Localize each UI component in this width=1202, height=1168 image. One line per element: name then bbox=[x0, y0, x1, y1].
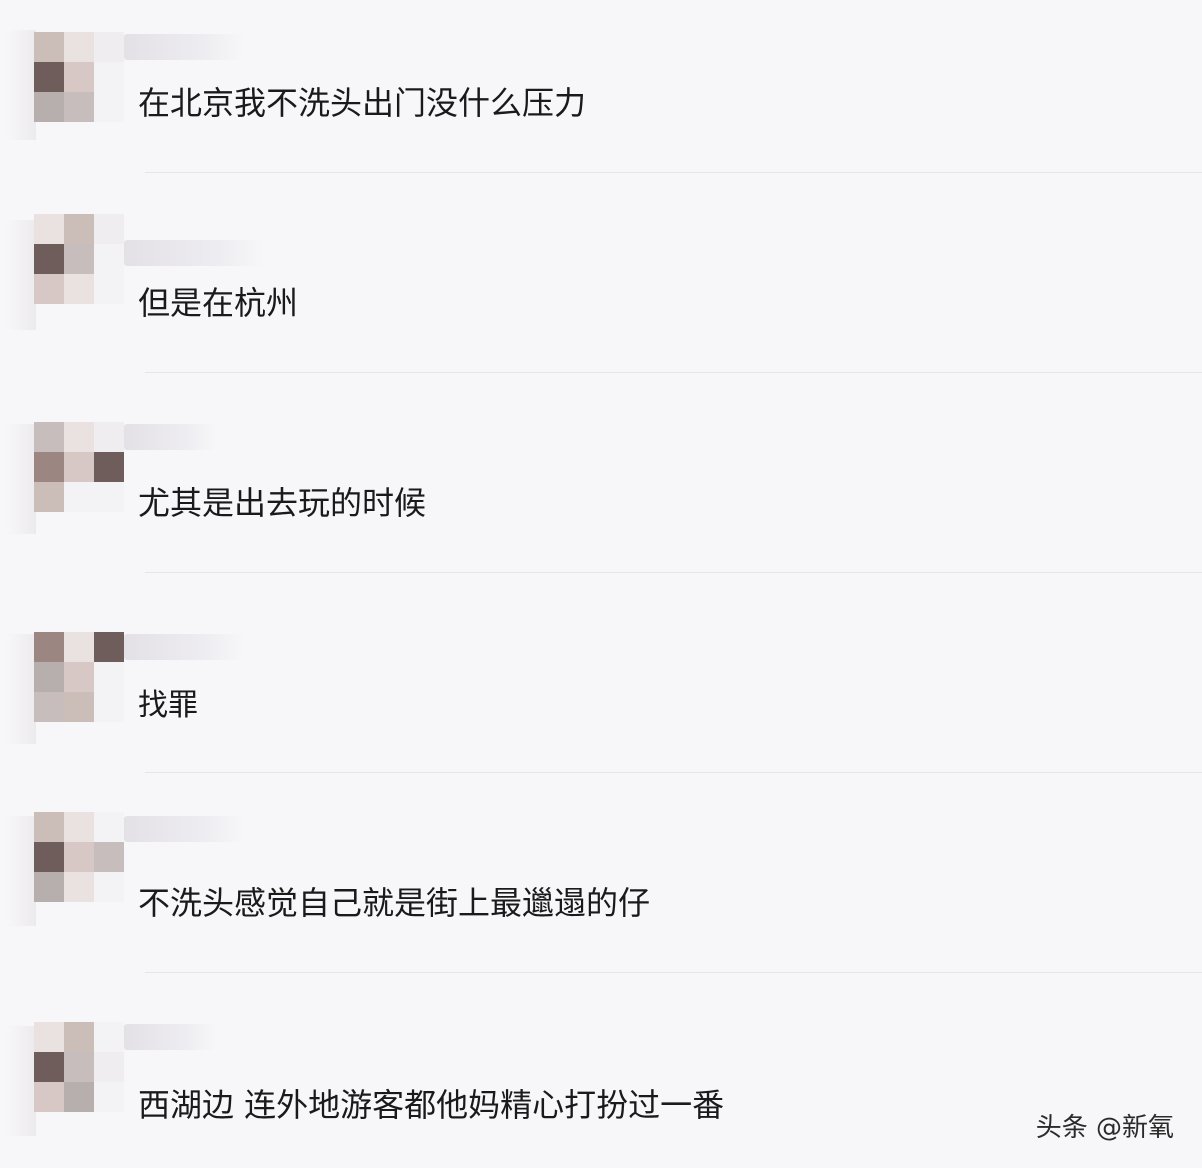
watermark: 头条 @新氧 bbox=[1035, 1113, 1174, 1143]
divider bbox=[145, 572, 1202, 573]
comment-text: 在北京我不洗头出门没什么压力 bbox=[138, 84, 587, 122]
avatar[interactable] bbox=[34, 214, 124, 304]
avatar[interactable] bbox=[34, 32, 124, 122]
comment-feed: 在北京我不洗头出门没什么压力 但是在杭州 尤其是出去玩的时候 找罪 不洗头感觉自… bbox=[0, 0, 1202, 1168]
comment-text: 不洗头感觉自己就是街上最邋遢的仔 bbox=[138, 884, 651, 922]
avatar[interactable] bbox=[34, 422, 124, 512]
divider bbox=[145, 972, 1202, 973]
avatar-shadow bbox=[6, 30, 36, 140]
avatar-shadow bbox=[6, 424, 36, 534]
avatar-shadow bbox=[6, 634, 36, 744]
divider bbox=[145, 372, 1202, 373]
avatar[interactable] bbox=[34, 632, 124, 722]
avatar[interactable] bbox=[34, 1022, 124, 1112]
avatar-shadow bbox=[6, 816, 36, 926]
divider bbox=[145, 172, 1202, 173]
username-blurred[interactable] bbox=[124, 816, 244, 842]
avatar[interactable] bbox=[34, 812, 124, 902]
divider bbox=[145, 772, 1202, 773]
username-blurred[interactable] bbox=[124, 424, 216, 450]
comment-text: 找罪 bbox=[138, 688, 198, 723]
comment-text: 尤其是出去玩的时候 bbox=[138, 484, 427, 522]
username-blurred[interactable] bbox=[124, 240, 264, 266]
avatar-shadow bbox=[6, 1026, 36, 1136]
username-blurred[interactable] bbox=[124, 34, 244, 60]
avatar-shadow bbox=[6, 220, 36, 330]
username-blurred[interactable] bbox=[124, 1024, 216, 1050]
comment-text: 但是在杭州 bbox=[138, 284, 299, 322]
comment-text: 西湖边 连外地游客都他妈精心打扮过一番 bbox=[138, 1086, 725, 1124]
username-blurred[interactable] bbox=[124, 634, 244, 660]
